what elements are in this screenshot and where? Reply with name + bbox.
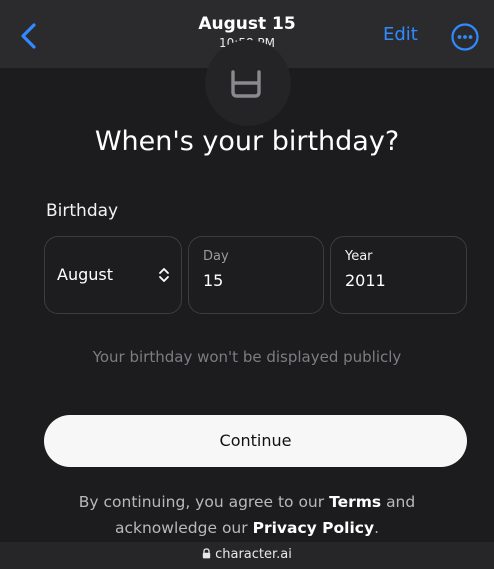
url-text: character.ai — [215, 547, 292, 562]
birthday-label: Birthday — [46, 201, 119, 221]
day-value: 15 — [203, 271, 224, 290]
chevron-up-down-icon — [159, 268, 169, 282]
edit-button[interactable]: Edit — [383, 24, 418, 46]
privacy-policy-link[interactable]: Privacy Policy — [253, 519, 375, 537]
terms-link[interactable]: Terms — [329, 493, 381, 511]
year-caption: Year — [345, 249, 373, 264]
address-bar[interactable]: character.ai — [0, 542, 494, 569]
month-select[interactable]: August — [44, 236, 182, 314]
page-title: When's your birthday? — [94, 126, 400, 157]
chevron-left-icon — [21, 23, 36, 49]
birthday-page: August 15 10:58 PM Edit When's your birt… — [0, 0, 494, 569]
more-options-button[interactable] — [450, 22, 480, 52]
terms-suffix: . — [374, 519, 380, 537]
terms-prefix: By continuing, you agree to our — [78, 493, 325, 511]
back-button[interactable] — [18, 22, 42, 50]
day-field[interactable]: Day 15 — [188, 236, 324, 314]
ellipsis-circle-icon — [451, 23, 479, 51]
terms-notice: By continuing, you agree to our Terms an… — [40, 489, 454, 541]
continue-button[interactable]: Continue — [44, 415, 467, 467]
nav-title: August 15 — [198, 14, 296, 34]
month-value: August — [57, 265, 113, 284]
year-value: 2011 — [345, 271, 386, 290]
day-caption: Day — [203, 249, 229, 264]
year-field[interactable]: Year 2011 — [330, 236, 467, 314]
cup-icon — [226, 70, 266, 98]
privacy-note: Your birthday won't be displayed publicl… — [92, 348, 402, 366]
lock-icon — [202, 548, 211, 559]
url-display[interactable]: character.ai — [0, 547, 494, 563]
